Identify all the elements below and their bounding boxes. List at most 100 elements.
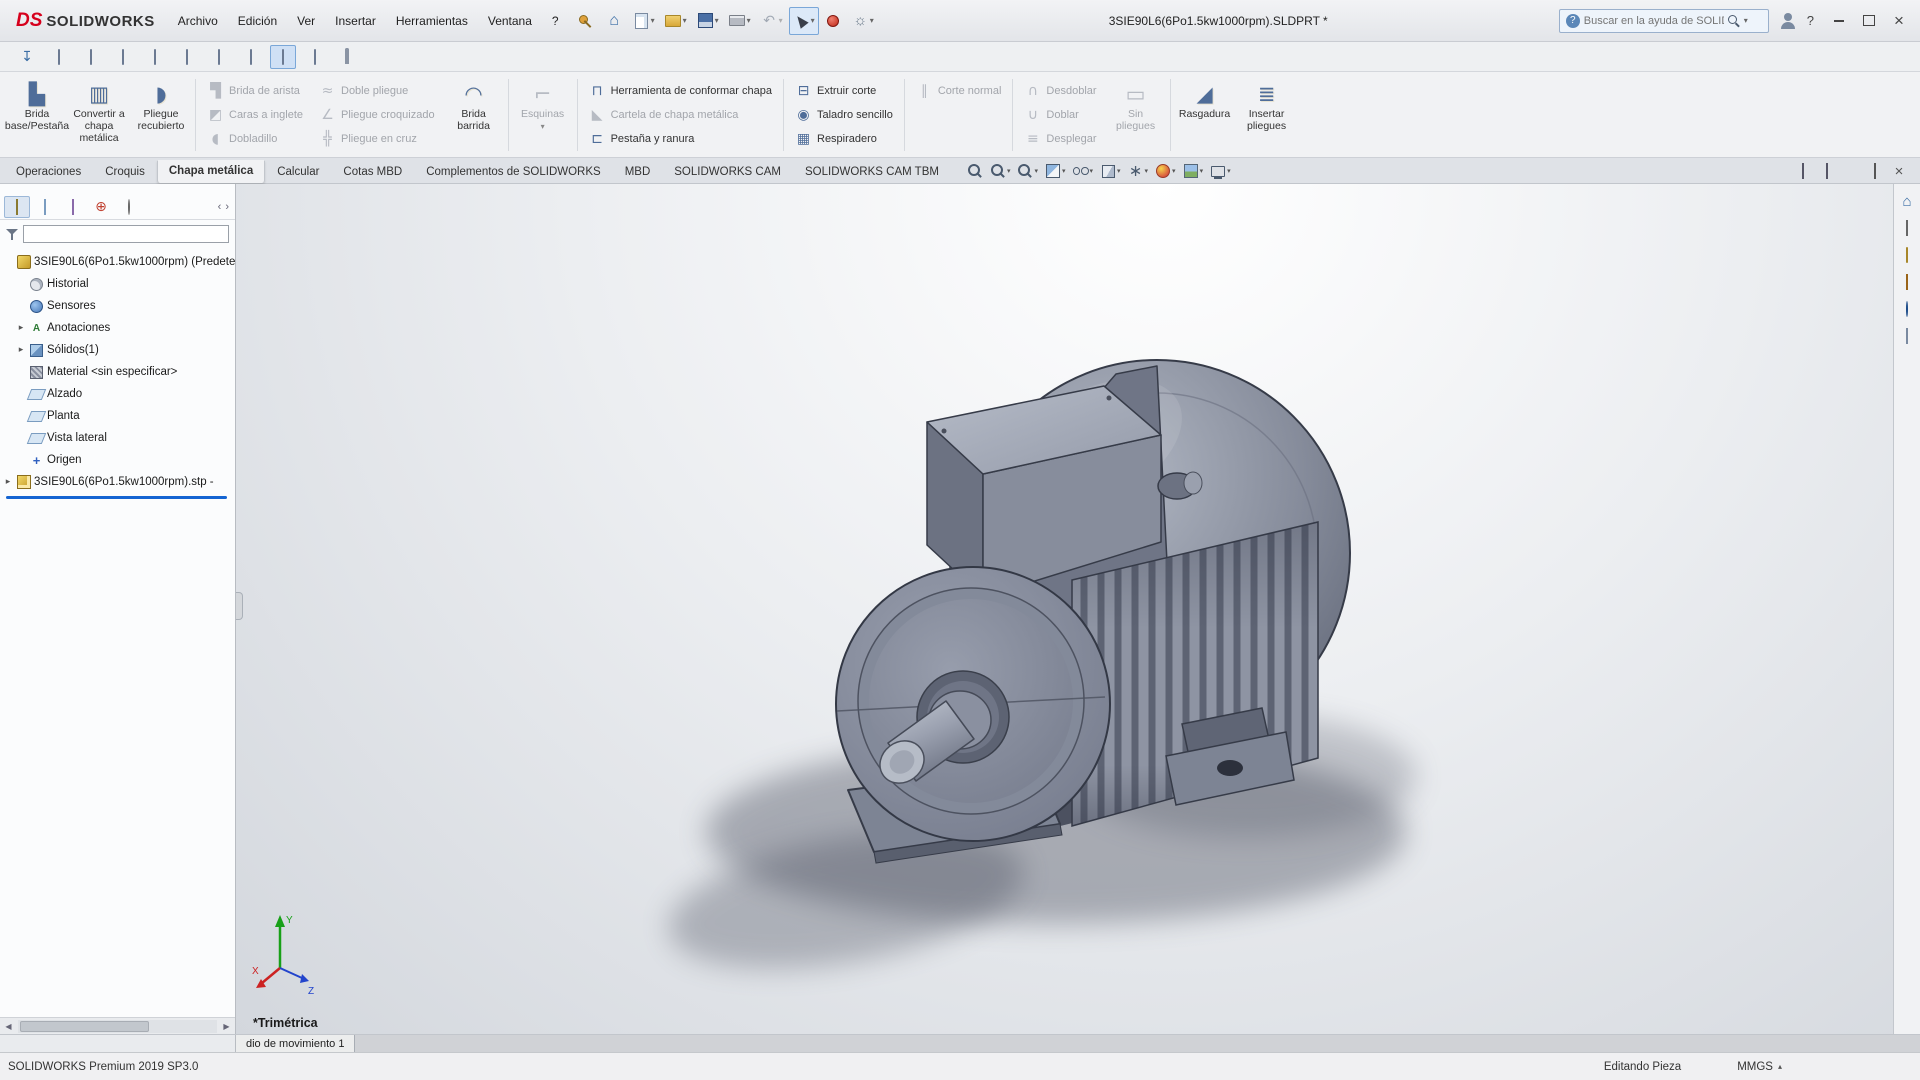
panel-splitter-handle[interactable] — [236, 592, 243, 620]
tab-complementos[interactable]: Complementos de SOLIDWORKS — [414, 161, 612, 183]
expand-arrow-icon[interactable]: ▸ — [3, 477, 13, 487]
search-input[interactable] — [1584, 15, 1724, 27]
propertymanager-tab[interactable] — [32, 196, 58, 218]
login-user-icon[interactable] — [1779, 12, 1797, 30]
menu-item[interactable]: Herramientas — [387, 10, 477, 32]
herramienta-conformar-chapa-button[interactable]: ⊓ Herramienta de conformar chapa — [581, 79, 780, 103]
design-library-icon[interactable] — [1896, 217, 1919, 239]
featuremanager-tab[interactable] — [4, 196, 30, 218]
view-settings-icon[interactable]: ▾ — [1208, 161, 1233, 181]
tree-item-historial[interactable]: ▸ Historial — [0, 273, 235, 295]
motor-3d-model[interactable] — [236, 184, 1920, 1034]
custom-properties-icon[interactable] — [1896, 325, 1919, 347]
tab-solidworks-cam[interactable]: SOLIDWORKS CAM — [662, 161, 793, 183]
appearances-scenes-icon[interactable] — [1896, 298, 1919, 320]
zoom-area-icon[interactable]: ▾ — [988, 161, 1013, 181]
tree-item-planta[interactable]: ▸ Planta — [0, 405, 235, 427]
open-icon[interactable]: ▾ — [661, 7, 691, 35]
help-icon[interactable]: ? — [1803, 13, 1818, 28]
convertir-a-chapa-metalica-button[interactable]: ▥ Convertir a chapa metálica — [68, 75, 130, 155]
displaymanager-tab[interactable] — [116, 196, 142, 218]
menu-item[interactable]: Edición — [229, 10, 286, 32]
sheetmetal-tool-icon[interactable] — [238, 45, 264, 69]
menu-item[interactable]: Insertar — [326, 10, 385, 32]
sheetmetal-tool-icon[interactable] — [142, 45, 168, 69]
tree-item-anotaciones[interactable]: ▸ Anotaciones — [0, 317, 235, 339]
select-cursor-icon[interactable]: ▾ — [789, 7, 819, 35]
apply-scene-icon[interactable]: ▾ — [1181, 161, 1206, 181]
scroll-left-icon[interactable]: ◀ — [0, 1022, 17, 1031]
taladro-sencillo-button[interactable]: ◉ Taladro sencillo — [787, 103, 901, 127]
pliegue-croquizado-button[interactable]: ∠ Pliegue croquizado — [311, 103, 443, 127]
doc-restore-icon[interactable] — [1864, 162, 1886, 180]
options-icon[interactable]: ▾ — [848, 7, 878, 35]
display-style-icon[interactable]: ▾ — [1098, 161, 1123, 181]
search-icon[interactable] — [1728, 15, 1740, 27]
sheetmetal-tool-icon[interactable] — [302, 45, 328, 69]
tab-solidworks-cam-tbm[interactable]: SOLIDWORKS CAM TBM — [793, 161, 951, 183]
view-palette-icon[interactable] — [1896, 271, 1919, 293]
brida-base-pestana-button[interactable]: ▙ Brida base/Pestaña — [6, 75, 68, 155]
section-view-icon[interactable]: ▾ — [1043, 161, 1068, 181]
tree-item-sensores[interactable]: ▸ Sensores — [0, 295, 235, 317]
tree-item-origen[interactable]: ▸ Origen — [0, 449, 235, 471]
tree-item-solidos[interactable]: ▸ Sólidos(1) — [0, 339, 235, 361]
insert-bends-icon[interactable] — [14, 45, 40, 69]
rasgadura-button[interactable]: ◢ Rasgadura — [1174, 75, 1236, 155]
pliegue-recubierto-button[interactable]: ◗ Pliegue recubierto — [130, 75, 192, 155]
search-dropdown-caret[interactable]: ▾ — [1744, 16, 1748, 25]
dobladillo-button[interactable]: ◖ Dobladillo — [199, 127, 311, 151]
caras-a-inglete-button[interactable]: ◩ Caras a inglete — [199, 103, 311, 127]
corte-normal-button[interactable]: ∥ Corte normal — [908, 79, 1010, 103]
close-button[interactable] — [1884, 7, 1914, 35]
panel-scroll-right-icon[interactable]: › — [225, 201, 229, 213]
file-explorer-icon[interactable] — [1896, 244, 1919, 266]
filter-funnel-icon[interactable] — [6, 228, 18, 240]
pestana-y-ranura-button[interactable]: ⊏ Pestaña y ranura — [581, 127, 780, 151]
panel-scroll-left-icon[interactable]: ‹ — [218, 201, 222, 213]
hide-show-items-icon[interactable]: ▾ — [1071, 161, 1096, 181]
sin-pliegues-button[interactable]: ▭ Sin pliegues — [1105, 75, 1167, 155]
pane-right-toggle-icon[interactable] — [1816, 162, 1838, 180]
scrollbar-thumb[interactable] — [20, 1021, 149, 1032]
hide-all-types-icon[interactable]: ▾ — [1126, 161, 1151, 181]
insertar-pliegues-button[interactable]: ≣ Insertar pliegues — [1236, 75, 1298, 155]
sheetmetal-tool-icon[interactable] — [206, 45, 232, 69]
expand-arrow-icon[interactable]: ▸ — [16, 345, 26, 355]
tree-item-imported-stp[interactable]: ▸ 3SIE90L6(6Po1.5kw1000rpm).stp - — [0, 471, 235, 493]
doblar-button[interactable]: ∪ Doblar — [1016, 103, 1104, 127]
edit-appearance-icon[interactable]: ▾ — [1153, 161, 1178, 181]
pane-left-toggle-icon[interactable] — [1792, 162, 1814, 180]
configurationmanager-tab[interactable] — [60, 196, 86, 218]
tab-cotas-mbd[interactable]: Cotas MBD — [331, 161, 414, 183]
maximize-button[interactable] — [1854, 7, 1884, 35]
doc-minimize-icon[interactable] — [1840, 162, 1862, 180]
save-icon[interactable]: ▾ — [693, 7, 723, 35]
tab-operaciones[interactable]: Operaciones — [4, 161, 93, 183]
home-icon[interactable]: ▾ — [602, 7, 627, 35]
help-search-box[interactable]: ? ▾ — [1559, 9, 1769, 33]
sheetmetal-tool-icon[interactable] — [46, 45, 72, 69]
new-document-icon[interactable]: ▾ — [629, 7, 659, 35]
measure-clip-icon[interactable] — [334, 45, 360, 69]
menu-item[interactable]: Ver — [288, 10, 324, 32]
tree-item-alzado[interactable]: ▸ Alzado — [0, 383, 235, 405]
brida-de-arista-button[interactable]: ▜ Brida de arista — [199, 79, 311, 103]
tree-filter-input[interactable] — [23, 225, 229, 243]
menu-item[interactable]: Archivo — [169, 10, 227, 32]
cartela-chapa-metalica-button[interactable]: ◣ Cartela de chapa metálica — [581, 103, 780, 127]
brida-barrida-button[interactable]: ◠ Brida barrida — [443, 75, 505, 155]
tab-croquis[interactable]: Croquis — [93, 161, 157, 183]
pin-toolbar-icon[interactable] — [576, 12, 594, 30]
sheetmetal-tool-icon[interactable] — [174, 45, 200, 69]
dimxpertmanager-tab[interactable] — [88, 196, 114, 218]
minimize-button[interactable] — [1824, 7, 1854, 35]
menu-item[interactable]: Ventana — [479, 10, 541, 32]
resources-home-icon[interactable] — [1896, 190, 1919, 212]
print-icon[interactable]: ▾ — [725, 7, 755, 35]
motion-study-tab[interactable]: dio de movimiento 1 — [236, 1035, 355, 1052]
scroll-right-icon[interactable]: ▶ — [218, 1022, 235, 1031]
sheetmetal-tool-icon[interactable] — [78, 45, 104, 69]
extruir-corte-button[interactable]: ⊟ Extruir corte — [787, 79, 901, 103]
rollback-bar[interactable] — [6, 496, 227, 499]
